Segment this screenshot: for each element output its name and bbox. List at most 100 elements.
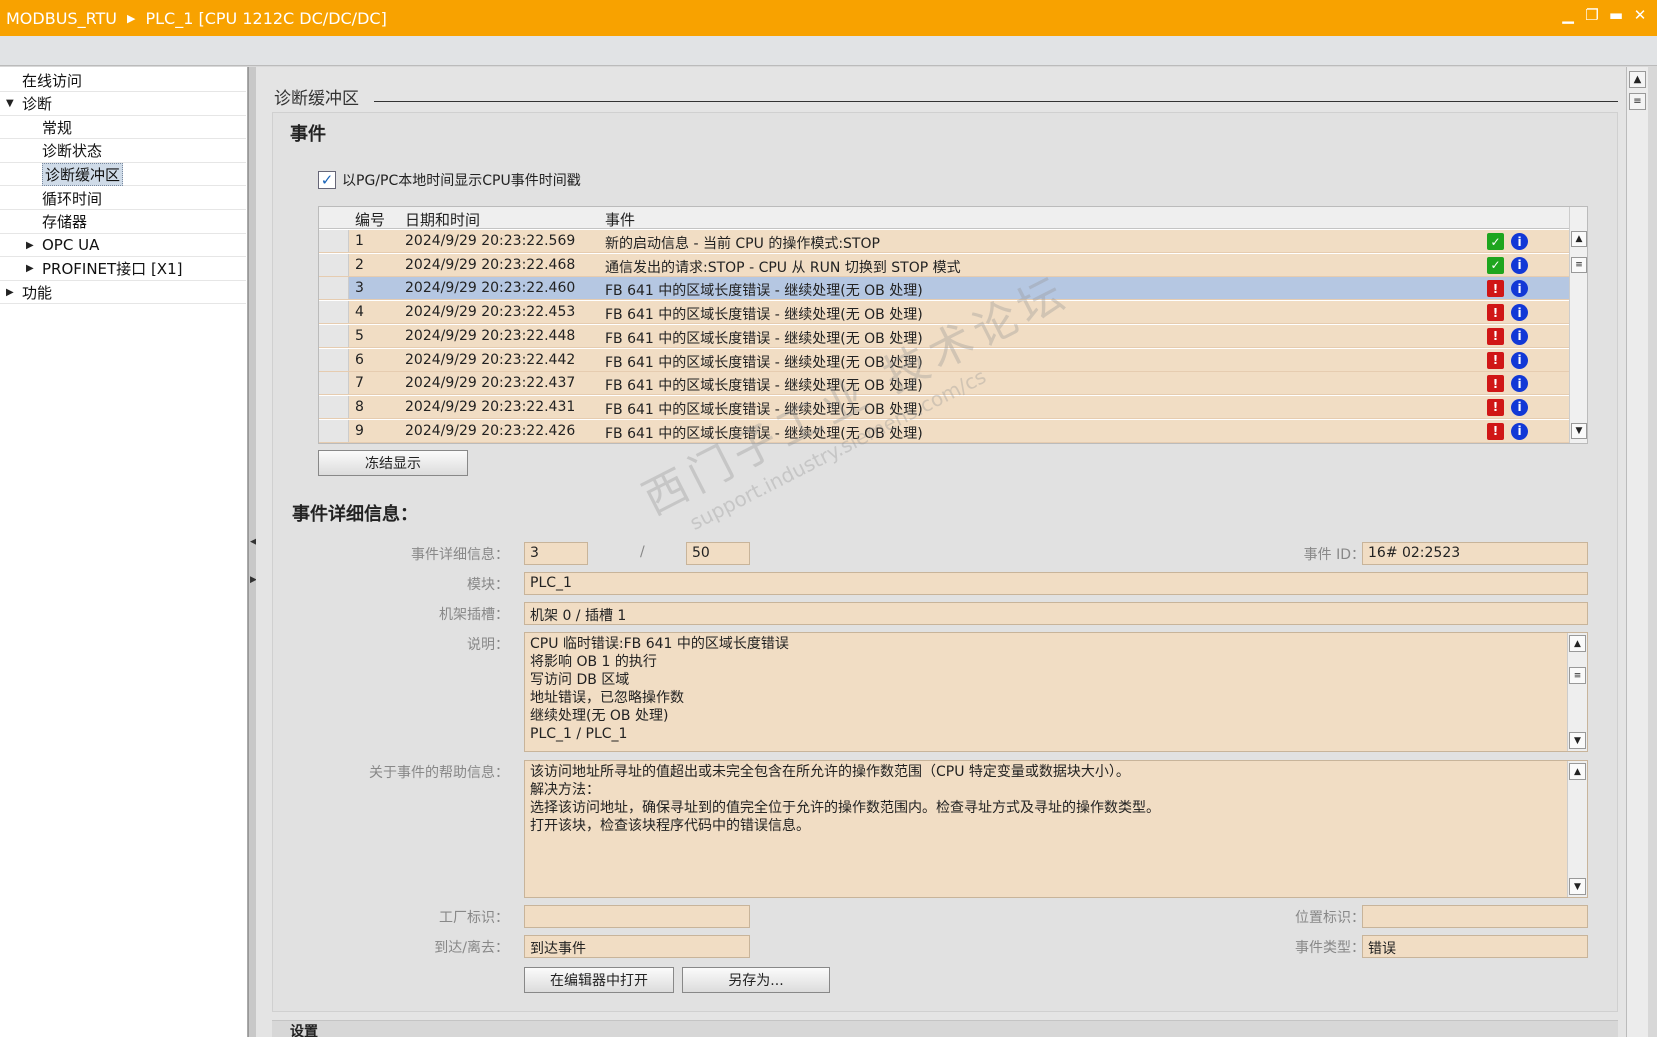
column-header-event[interactable]: 事件 (605, 209, 635, 230)
row-event: FB 641 中的区域长度错误 - 继续处理(无 OB 处理) (605, 354, 923, 371)
row-event: 通信发出的请求:STOP - CPU 从 RUN 切换到 STOP 模式 (605, 259, 961, 276)
rack-slot-field[interactable]: 机架 0 / 插槽 1 (524, 602, 1588, 625)
row-header (319, 419, 349, 442)
table-row[interactable]: 6 2024/9/29 20:23:22.442 FB 641 中的区域长度错误 -… (319, 348, 1569, 372)
nav-item-0[interactable]: 在线访问 (0, 69, 246, 92)
table-row[interactable]: 1 2024/9/29 20:23:22.569 新的启动信息 - 当前 CPU 的… (319, 230, 1569, 253)
arrive-leave-field[interactable]: 到达事件 (524, 935, 750, 958)
module-field[interactable]: PLC_1 (524, 572, 1588, 595)
event-type-label: 事件类型： (1295, 940, 1365, 956)
table-row[interactable]: 9 2024/9/29 20:23:22.426 FB 641 中的区域长度错误 -… (319, 419, 1569, 443)
column-header-num[interactable]: 编号 (355, 209, 385, 230)
nav-item-9[interactable]: ▶ 功能 (0, 281, 246, 305)
table-row[interactable]: 4 2024/9/29 20:23:22.453 FB 641 中的区域长度错误 -… (319, 301, 1569, 325)
detail-index-field[interactable]: 3 (524, 542, 588, 565)
scroll-down-icon[interactable]: ▼ (1569, 732, 1586, 749)
detail-info-label: 事件详细信息： (411, 547, 509, 563)
details-heading: 事件详细信息： (292, 504, 418, 525)
nav-item-4[interactable]: 诊断缓冲区 (0, 162, 246, 187)
text-line: 选择该访问地址，确保寻址到的值完全位于允许的操作数范围内。检查寻址方式及寻址的操… (530, 800, 1160, 816)
table-scrollbar[interactable]: ▲ ≡ ▼ (1569, 207, 1587, 443)
row-num: 2 (355, 256, 364, 273)
row-num: 8 (355, 398, 364, 415)
nav-item-2[interactable]: 常规 (0, 116, 246, 140)
table-row[interactable]: 8 2024/9/29 20:23:22.431 FB 641 中的区域长度错误 -… (319, 395, 1569, 419)
location-id-label: 位置标识： (1295, 910, 1365, 926)
nav-item-3[interactable]: 诊断状态 (0, 140, 246, 163)
local-time-checkbox-label: 以PG/PC本地时间显示CPU事件时间戳 (342, 173, 581, 189)
table-row[interactable]: 2 2024/9/29 20:23:22.468 通信发出的请求:STOP - CP… (319, 253, 1569, 277)
row-num: 9 (355, 422, 364, 439)
detail-separator: / (640, 544, 645, 560)
scroll-up-icon[interactable]: ▲ (1629, 71, 1646, 88)
help-scrollbar[interactable]: ▲ ▼ (1567, 761, 1587, 897)
row-header (319, 301, 349, 324)
error-status-icon: ! (1487, 398, 1504, 416)
scroll-thumb[interactable]: ≡ (1629, 93, 1646, 110)
scroll-thumb[interactable]: ≡ (1569, 667, 1586, 684)
row-header (319, 395, 349, 418)
column-header-datetime[interactable]: 日期和时间 (405, 209, 480, 230)
collapsed-arrow-icon[interactable]: ▶ (26, 240, 34, 251)
plant-id-field[interactable] (524, 905, 750, 928)
scroll-down-icon[interactable]: ▼ (1571, 423, 1587, 439)
error-status-icon: ! (1487, 304, 1504, 322)
local-time-checkbox-row[interactable]: ✓ 以PG/PC本地时间显示CPU事件时间戳 (318, 170, 581, 190)
row-num: 6 (355, 351, 364, 368)
detail-total-field[interactable]: 50 (686, 542, 750, 565)
row-datetime: 2024/9/29 20:23:22.442 (405, 351, 576, 368)
nav-item-label: PROFINET接口 [X1] (42, 260, 183, 279)
table-row[interactable]: 5 2024/9/29 20:23:22.448 FB 641 中的区域长度错误 -… (319, 324, 1569, 348)
table-row[interactable]: 3 2024/9/29 20:23:22.460 FB 641 中的区域长度错误 -… (319, 277, 1569, 301)
toolbar (0, 36, 1657, 66)
restore-icon[interactable]: ❐ (1583, 6, 1601, 24)
main-scrollbar[interactable]: ▲ ≡ (1626, 67, 1648, 1037)
events-heading: 事件 (290, 124, 326, 145)
open-in-editor-button[interactable]: 在编辑器中打开 (524, 967, 674, 993)
module-label: 模块： (467, 577, 509, 593)
nav-item-1[interactable]: ▼ 诊断 (0, 93, 246, 116)
event-id-field[interactable]: 16# 02:2523 (1362, 542, 1588, 565)
scroll-up-icon[interactable]: ▲ (1569, 763, 1586, 780)
nav-item-label: 功能 (22, 283, 53, 302)
scroll-up-icon[interactable]: ▲ (1571, 231, 1587, 247)
nav-item-7[interactable]: ▶ OPC UA (0, 234, 246, 258)
close-icon[interactable]: ✕ (1631, 6, 1649, 24)
nav-item-label: 诊断状态 (42, 142, 103, 161)
nav-item-8[interactable]: ▶ PROFINET接口 [X1] (0, 258, 246, 281)
settings-section-tab[interactable]: 设置 (272, 1020, 1618, 1037)
row-event: FB 641 中的区域长度错误 - 继续处理(无 OB 处理) (605, 425, 923, 442)
description-scrollbar[interactable]: ▲ ≡ ▼ (1567, 633, 1587, 751)
nav-item-label: 常规 (42, 118, 73, 137)
collapsed-arrow-icon[interactable]: ▶ (26, 263, 34, 274)
info-icon: i (1511, 351, 1528, 369)
text-line: 解决方法： (530, 782, 600, 798)
freeze-display-button[interactable]: 冻结显示 (318, 450, 468, 476)
error-status-icon: ! (1487, 351, 1504, 369)
local-time-checkbox[interactable]: ✓ (318, 171, 336, 189)
splitter[interactable]: ◀ ▶ (248, 67, 257, 1037)
nav-item-5[interactable]: 循环时间 (0, 187, 246, 210)
row-num: 5 (355, 327, 364, 344)
text-line: 该访问地址所寻址的值超出或未完全包含在所允许的操作数范围（CPU 特定变量或数据… (530, 764, 1130, 780)
row-datetime: 2024/9/29 20:23:22.468 (405, 256, 576, 273)
expanded-arrow-icon[interactable]: ▼ (6, 98, 14, 109)
maximize-icon[interactable]: ▬ (1607, 6, 1625, 24)
table-row[interactable]: 7 2024/9/29 20:23:22.437 FB 641 中的区域长度错误 -… (319, 372, 1569, 396)
minimize-icon[interactable]: ▁ (1559, 6, 1577, 24)
scroll-thumb[interactable]: ≡ (1571, 257, 1587, 273)
text-line: 打开该块，检查该块程序代码中的错误信息。 (530, 818, 810, 834)
help-textarea[interactable]: 该访问地址所寻址的值超出或未完全包含在所允许的操作数范围（CPU 特定变量或数据… (524, 760, 1588, 898)
description-textarea[interactable]: CPU 临时错误:FB 641 中的区域长度错误 将影响 OB 1 的执行 写访问 … (524, 632, 1588, 752)
scroll-down-icon[interactable]: ▼ (1569, 878, 1586, 895)
nav-item-label: 存储器 (42, 213, 88, 232)
text-line: 地址错误，已忽略操作数 (530, 690, 684, 706)
scroll-up-icon[interactable]: ▲ (1569, 635, 1586, 652)
error-status-icon: ! (1487, 280, 1504, 298)
save-as-button[interactable]: 另存为... (682, 967, 830, 993)
collapsed-arrow-icon[interactable]: ▶ (6, 287, 14, 298)
nav-item-6[interactable]: 存储器 (0, 211, 246, 234)
description-label: 说明： (467, 637, 509, 653)
event-type-field[interactable]: 错误 (1362, 935, 1588, 958)
location-id-field[interactable] (1362, 905, 1588, 928)
